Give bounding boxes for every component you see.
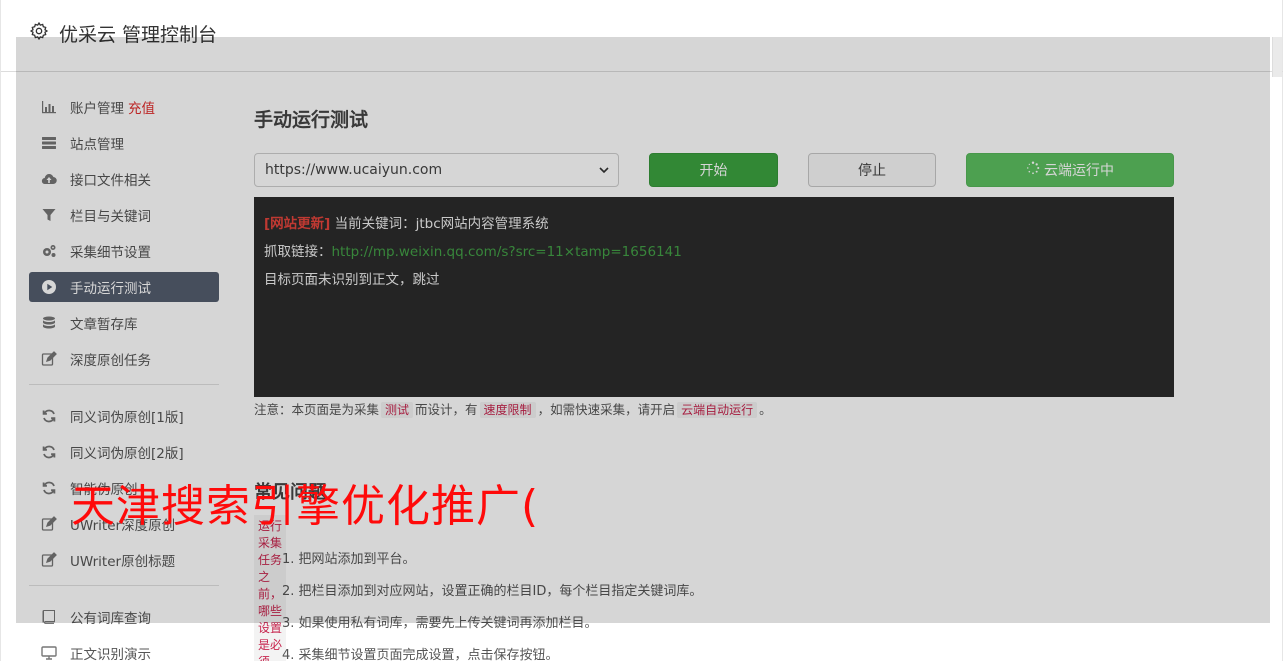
sidebar-item-label: 手动运行测试 (70, 281, 151, 297)
sidebar-item-label: 正文识别演示 (70, 647, 151, 661)
brand-title: 优采云 管理控制台 (59, 24, 218, 46)
sidebar-item-sites[interactable]: 站点管理 (29, 128, 219, 158)
notice-part: 而设计，有 (415, 402, 478, 417)
monitor-icon (40, 644, 58, 661)
brand[interactable]: 优采云 管理控制台 (29, 20, 217, 47)
sidebar-item-manual-run[interactable]: 手动运行测试 (29, 272, 219, 302)
sidebar-item-text-recognition[interactable]: 正文识别演示 (29, 638, 219, 661)
log-line: 目标页面未识别到正文，跳过 (264, 272, 440, 288)
sidebar-item-label: UWriter原创标题 (70, 554, 176, 570)
cogs-icon (40, 242, 58, 260)
notice-text: 注意：本页面是为采集 测试 而设计，有 速度限制 ，如需快速采集，请开启 云端自动运行。 (254, 399, 1174, 418)
watermark-text: 天津搜索引擎优化推广( (71, 481, 540, 532)
edit-icon (40, 515, 58, 533)
sidebar-item-label: 文章暂存库 (70, 317, 138, 333)
log-link[interactable]: http://mp.weixin.qq.com/s?src=11×tamp=16… (332, 244, 682, 260)
spinner-icon (1026, 161, 1044, 179)
sidebar-item-columns-keywords[interactable]: 栏目与关键词 (29, 200, 219, 230)
notice-part: 注意：本页面是为采集 (254, 402, 380, 417)
notice-part: 。 (759, 402, 772, 417)
notice-code: 速度限制 (479, 402, 536, 418)
cloud-run-button[interactable]: 云端运行中 (966, 153, 1174, 187)
cloud-run-label: 云端运行中 (1044, 163, 1114, 179)
refresh-icon (40, 479, 58, 497)
refresh-icon (40, 443, 58, 461)
sidebar-item-uwriter-title[interactable]: UWriter原创标题 (29, 545, 219, 575)
database-icon (40, 314, 58, 332)
bar-chart-icon (40, 98, 58, 116)
list-item: 3. 如果使用私有词库，需要先上传关键词再添加栏目。 (282, 616, 598, 631)
play-circle-icon (40, 278, 58, 296)
refresh-icon (40, 407, 58, 425)
notice-part: ，如需快速采集，请开启 (537, 402, 676, 417)
log-label: 抓取链接： (264, 244, 332, 260)
sidebar-item-label: 栏目与关键词 (70, 209, 151, 225)
sidebar-item-synonym-v1[interactable]: 同义词伪原创[1版] (29, 401, 219, 431)
sidebar-divider (29, 585, 219, 586)
sidebar-item-label: 账户管理 (70, 101, 124, 117)
gear-icon (29, 21, 49, 46)
list-item: 1. 把网站添加到平台。 (282, 552, 416, 567)
scrollbar[interactable] (1272, 37, 1282, 77)
cloud-upload-icon (40, 170, 58, 188)
sidebar-item-synonym-v2[interactable]: 同义词伪原创[2版] (29, 437, 219, 467)
book-icon (40, 608, 58, 626)
sidebar-item-label: 同义词伪原创[1版] (70, 410, 184, 426)
site-url-select[interactable]: https://www.ucaiyun.com (254, 153, 619, 187)
page-title: 手动运行测试 (254, 109, 369, 131)
log-text: 当前关键词：jtbc网站内容管理系统 (330, 216, 549, 232)
list-item: 2. 把栏目添加到对应网站，设置正确的栏目ID，每个栏目指定关键词库。 (282, 584, 703, 599)
edit-icon (40, 551, 58, 569)
log-line: 抓取链接：http://mp.weixin.qq.com/s?src=11×ta… (264, 238, 1164, 266)
recharge-link[interactable]: 充值 (128, 97, 155, 117)
notice-code: 测试 (381, 402, 414, 418)
sidebar-item-label: 采集细节设置 (70, 245, 151, 261)
edit-icon (40, 350, 58, 368)
sidebar-item-label: 深度原创任务 (70, 353, 151, 369)
filter-icon (40, 206, 58, 224)
server-icon (40, 134, 58, 152)
chevron-down-icon (598, 164, 610, 176)
sidebar-item-collect-settings[interactable]: 采集细节设置 (29, 236, 219, 266)
sidebar: 账户管理 充值 站点管理 接口文件相关 栏目与关键词 采集细节设置 手动运行测试… (29, 92, 219, 661)
topbar: 优采云 管理控制台 (1, 0, 1283, 72)
sidebar-item-article-store[interactable]: 文章暂存库 (29, 308, 219, 338)
sidebar-item-interface[interactable]: 接口文件相关 (29, 164, 219, 194)
start-button[interactable]: 开始 (649, 153, 778, 187)
sidebar-item-label: 站点管理 (70, 137, 124, 153)
sidebar-item-label: 同义词伪原创[2版] (70, 446, 184, 462)
stop-button[interactable]: 停止 (808, 153, 936, 187)
sidebar-item-label: 公有词库查询 (70, 611, 151, 627)
list-item: 4. 采集细节设置页面完成设置，点击保存按钮。 (282, 648, 559, 661)
notice-code: 云端自动运行 (677, 402, 758, 418)
log-line: [网站更新] 当前关键词：jtbc网站内容管理系统 (264, 210, 1164, 238)
sidebar-divider (29, 384, 219, 385)
sidebar-item-account[interactable]: 账户管理 充值 (29, 92, 219, 122)
app-frame: 优采云 管理控制台 账户管理 充值 站点管理 接口文件相关 栏目与关键词 采集细… (0, 0, 1283, 661)
log-tag: [网站更新] (264, 216, 331, 232)
sidebar-item-deep-original[interactable]: 深度原创任务 (29, 344, 219, 374)
site-url-value: https://www.ucaiyun.com (265, 162, 443, 178)
run-log-console: [网站更新] 当前关键词：jtbc网站内容管理系统 抓取链接：http://mp… (254, 197, 1174, 397)
sidebar-item-public-lexicon[interactable]: 公有词库查询 (29, 602, 219, 632)
sidebar-item-label: 接口文件相关 (70, 173, 151, 189)
faq-list: 1. 把网站添加到平台。 2. 把栏目添加到对应网站，设置正确的栏目ID，每个栏… (282, 548, 1162, 661)
